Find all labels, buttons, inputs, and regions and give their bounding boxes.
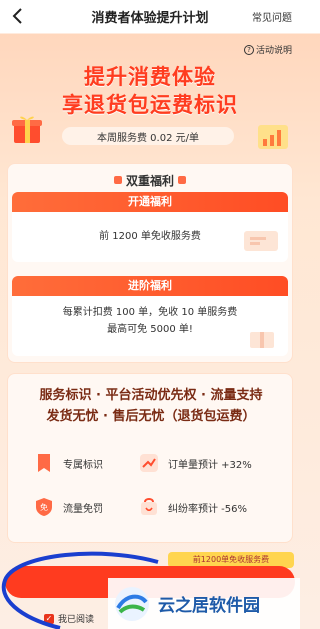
top-nav-bar: 消费者体验提升计划 常见问题 (0, 0, 300, 33)
advanced-benefit-header: 进阶福利 (12, 276, 288, 296)
feature-traffic-penalty-free: 免 流量免罚 (33, 496, 103, 518)
basic-benefit-text: 前 1200 单免收服务费 (99, 231, 201, 242)
decor-square-icon (113, 176, 122, 184)
features-headline2: 发货无忧 · 售后无忧（退货包运费） (46, 409, 256, 424)
free-shield-icon: 免 (36, 498, 52, 516)
features-headline1: 服务标识 · 平台活动优先权 · 流量支持 (39, 388, 263, 403)
gift-deco-icon (242, 324, 282, 350)
question-icon: ? (243, 44, 254, 55)
benefits-card: 双重福利 开通福利 前 1200 单免收服务费 进阶福利 每累计扣费 100 单… (7, 163, 293, 363)
activity-rules-link[interactable]: ? 活动说明 (243, 43, 292, 56)
watermark-text: 云之居软件园 (158, 596, 260, 616)
growth-chart-icon (256, 121, 290, 151)
hero-title-line1: 提升消费体验 (84, 65, 216, 89)
decor-square-icon (178, 176, 186, 184)
benefits-title: 双重福利 (8, 172, 292, 189)
advanced-benefit-text1: 每累计扣费 100 单，免收 10 单服务费 (62, 307, 238, 318)
faq-link[interactable]: 常见问题 (252, 9, 292, 24)
feature-exclusive-badge: 专属标识 (33, 452, 103, 474)
agreement-checkbox[interactable]: ✓ (44, 613, 54, 624)
watermark-logo-icon (115, 586, 149, 621)
agreement-row[interactable]: ✓ 我已阅读 (44, 612, 94, 625)
activity-rules-label: 活动说明 (255, 46, 292, 56)
feature-order-volume: 订单量预计 +32% (138, 452, 252, 474)
dispute-icon (141, 498, 157, 515)
page-title: 消费者体验提升计划 (91, 11, 209, 26)
weekly-fee-pill: 本周服务费 0.02 元/单 (62, 127, 234, 145)
watermark: 云之居软件园 (108, 578, 300, 629)
coupon-card-icon (242, 228, 282, 254)
back-arrow-icon[interactable] (8, 6, 28, 26)
badge-icon (38, 454, 50, 472)
hero-banner: ? 活动说明 提升消费体验 享退货包运费标识 本周服务费 0.02 元/单 (0, 33, 300, 163)
features-card: 服务标识 · 平台活动优先权 · 流量支持 发货无忧 · 售后无忧（退货包运费）… (7, 373, 293, 543)
basic-benefit-header: 开通福利 (12, 192, 288, 212)
agreement-text: 我已阅读 (58, 615, 95, 625)
feature-dispute-rate: 纠纷率预计 -56% (138, 496, 247, 518)
svg-text:免: 免 (40, 502, 48, 512)
trend-up-icon (140, 454, 158, 472)
gift-box-icon (8, 111, 48, 145)
